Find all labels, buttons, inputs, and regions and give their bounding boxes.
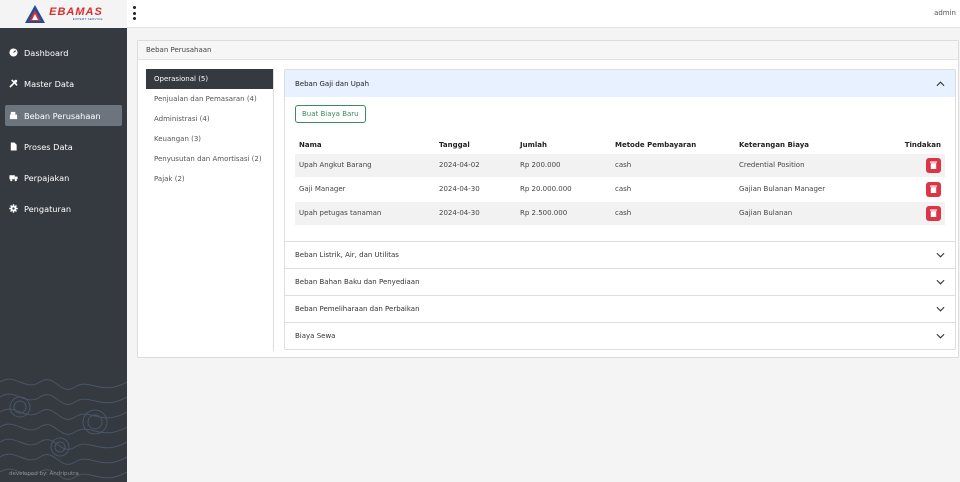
accordion-header-bahan-baku[interactable]: Beban Bahan Baku dan Penyediaan [285, 268, 955, 295]
cell-metode: cash [611, 200, 735, 225]
top-bar: EBAMAS EXPERT SERVICE admin [0, 0, 960, 28]
table-row: Upah Angkut Barang 2024-04-02 Rp 200.000… [295, 152, 945, 177]
cash-register-icon [9, 111, 18, 120]
dashboard-icon [9, 48, 18, 57]
cell-keterangan: Credential Position [735, 152, 885, 177]
cell-nama: Gaji Manager [295, 176, 435, 201]
chevron-down-icon [936, 333, 945, 339]
cell-jumlah: Rp 200.000 [516, 152, 611, 177]
table-row: Upah petugas tanaman 2024-04-30 Rp 2.500… [295, 200, 945, 225]
column-header: Tanggal [439, 140, 470, 149]
category-item-keuangan[interactable]: Keuangan (3) [146, 129, 273, 149]
chevron-up-icon [936, 80, 945, 86]
cell-tindakan [885, 176, 945, 201]
delete-button[interactable] [926, 181, 941, 197]
gear-icon [9, 204, 18, 213]
chevron-down-icon [936, 306, 945, 312]
sidebar-item-label: Pengaturan [24, 203, 72, 214]
cell-tanggal: 2024-04-30 [435, 176, 516, 201]
cell-nama: Upah petugas tanaman [295, 200, 435, 225]
sidebar-item-dashboard[interactable]: Dashboard [5, 42, 122, 63]
accordion-header-sewa[interactable]: Biaya Sewa [285, 322, 955, 349]
cell-jumlah: Rp 2.500.000 [516, 200, 611, 225]
cell-keterangan: Gajian Bulanan [735, 200, 885, 225]
accordion-title: Beban Pemeliharaan dan Perbaikan [295, 305, 420, 313]
chevron-down-icon [936, 279, 945, 285]
developer-credit: developed by: Andriputra [9, 471, 79, 477]
sidebar-item-proses-data[interactable]: Proses Data [5, 136, 122, 157]
category-item-penyusutan[interactable]: Penyusutan dan Amortisasi (2) [146, 149, 273, 169]
sidebar-item-label: Proses Data [24, 141, 73, 152]
user-name[interactable]: admin [934, 9, 956, 17]
cell-metode: cash [611, 176, 735, 201]
accordion-header-listrik[interactable]: Beban Listrik, Air, dan Utilitas [285, 241, 955, 268]
cell-tanggal: 2024-04-02 [435, 152, 516, 177]
page-title: Beban Perusahaan [138, 41, 958, 60]
expense-table: Nama Tanggal Jumlah Metode Pembayaran Ke… [295, 137, 945, 225]
logo-area[interactable]: EBAMAS EXPERT SERVICE [0, 0, 127, 28]
sidebar-item-perpajakan[interactable]: Perpajakan [5, 167, 122, 188]
file-icon [9, 142, 18, 151]
category-item-administrasi[interactable]: Administrasi (4) [146, 109, 273, 129]
table-header-row: Nama Tanggal Jumlah Metode Pembayaran Ke… [295, 137, 945, 153]
sidebar-item-label: Beban Perusahaan [24, 110, 101, 121]
column-header: Tindakan [904, 140, 941, 149]
cell-metode: cash [611, 152, 735, 177]
accordion-header-gaji-upah[interactable]: Beban Gaji dan Upah [285, 70, 955, 97]
tools-icon [9, 79, 18, 88]
category-item-pajak[interactable]: Pajak (2) [146, 169, 273, 189]
expense-accordion: Beban Gaji dan Upah Buat Biaya Baru Nama… [284, 69, 956, 350]
cell-tanggal: 2024-04-30 [435, 200, 516, 225]
accordion-title: Beban Listrik, Air, dan Utilitas [295, 251, 399, 259]
column-header: Metode Pembayaran [615, 140, 697, 149]
sidebar-item-label: Perpajakan [24, 172, 70, 183]
category-item-operasional[interactable]: Operasional (5) [146, 69, 273, 89]
sidebar-item-beban-perusahaan[interactable]: Beban Perusahaan [5, 105, 122, 126]
table-row: Gaji Manager 2024-04-30 Rp 20.000.000 ca… [295, 176, 945, 201]
main-card: Beban Perusahaan Operasional (5) Penjual… [137, 40, 959, 358]
accordion-title: Biaya Sewa [295, 332, 336, 340]
delete-button[interactable] [926, 157, 941, 173]
accordion-title: Beban Gaji dan Upah [295, 79, 370, 88]
truck-icon [9, 173, 18, 182]
menu-toggle-icon[interactable] [130, 6, 138, 20]
accordion-header-pemeliharaan[interactable]: Beban Pemeliharaan dan Perbaikan [285, 295, 955, 322]
sidebar: Dashboard Master Data Beban Perusahaan P… [0, 28, 127, 482]
chevron-down-icon [936, 252, 945, 258]
column-header: Jumlah [520, 140, 547, 149]
cell-keterangan: Gajian Bulanan Manager [735, 176, 885, 201]
delete-button[interactable] [926, 205, 941, 221]
wave-pattern-decoration [0, 378, 127, 480]
cell-tindakan [885, 200, 945, 225]
new-expense-button[interactable]: Buat Biaya Baru [295, 105, 366, 123]
sidebar-item-pengaturan[interactable]: Pengaturan [5, 198, 122, 219]
sidebar-item-label: Dashboard [24, 47, 69, 58]
category-list: Operasional (5) Penjualan dan Pemasaran … [146, 69, 274, 351]
column-header: Nama [299, 140, 322, 149]
category-item-penjualan[interactable]: Penjualan dan Pemasaran (4) [146, 89, 273, 109]
accordion-body-gaji-upah: Buat Biaya Baru Nama Tanggal Jumlah Meto… [285, 97, 955, 241]
sidebar-item-label: Master Data [24, 78, 75, 89]
cell-tindakan [885, 152, 945, 177]
logo-triangle-icon [25, 5, 46, 23]
trash-icon [930, 185, 937, 193]
trash-icon [930, 209, 937, 218]
accordion-title: Beban Bahan Baku dan Penyediaan [295, 278, 420, 286]
cell-nama: Upah Angkut Barang [295, 152, 435, 177]
cell-jumlah: Rp 20.000.000 [516, 176, 611, 201]
sidebar-item-master-data[interactable]: Master Data [5, 73, 122, 94]
logo: EBAMAS EXPERT SERVICE [24, 4, 103, 24]
trash-icon [930, 161, 937, 169]
column-header: Keterangan Biaya [739, 140, 809, 149]
logo-subtext: EXPERT SERVICE [72, 17, 103, 21]
